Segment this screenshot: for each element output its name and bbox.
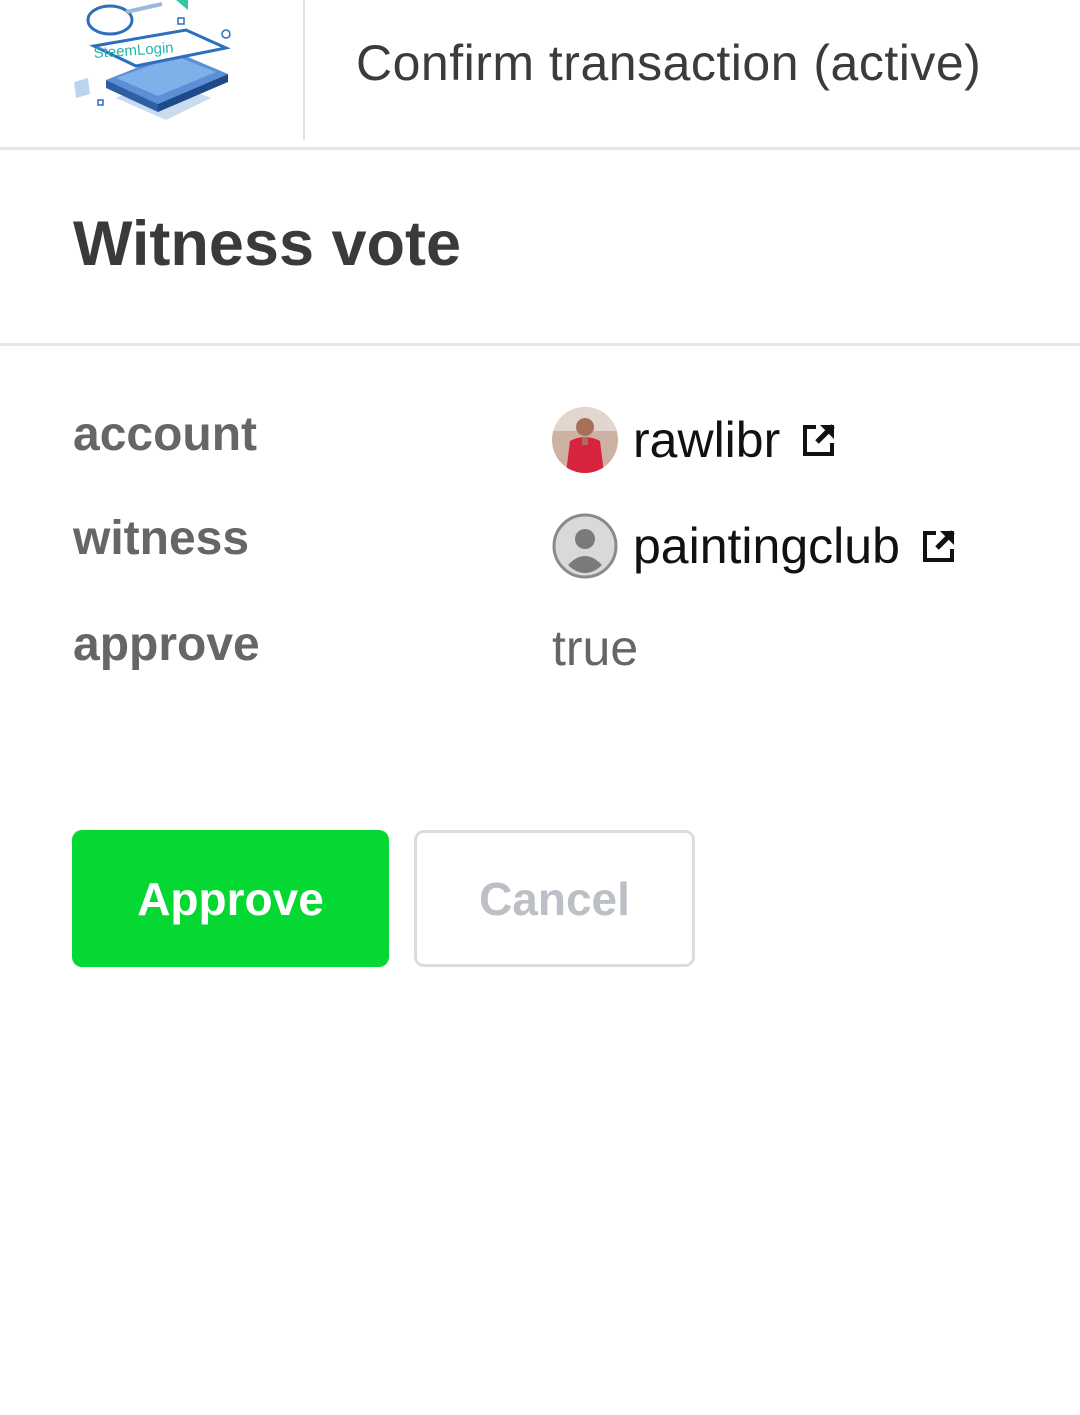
section-divider bbox=[0, 343, 1080, 346]
field-value-account: rawlibr bbox=[552, 407, 838, 473]
approve-button[interactable]: Approve bbox=[72, 830, 389, 967]
field-label-approve: approve bbox=[73, 618, 260, 671]
external-link-icon[interactable] bbox=[800, 421, 838, 459]
avatar bbox=[552, 407, 618, 473]
field-label-witness: witness bbox=[73, 512, 250, 565]
account-name-link[interactable]: rawlibr bbox=[633, 411, 780, 469]
field-row-witness: witness paintingclub bbox=[0, 501, 1080, 581]
field-row-approve: approve true bbox=[0, 607, 1080, 687]
default-avatar-icon bbox=[552, 513, 618, 579]
approve-value: true bbox=[552, 620, 639, 676]
cancel-button[interactable]: Cancel bbox=[414, 830, 695, 967]
field-row-account: account rawlibr bbox=[0, 395, 1080, 475]
field-label-account: account bbox=[73, 408, 258, 461]
witness-name-link[interactable]: paintingclub bbox=[633, 517, 900, 575]
field-value-approve: true bbox=[552, 619, 638, 677]
external-link-icon[interactable] bbox=[920, 527, 958, 565]
header: SteemLogin Confirm transaction (active) bbox=[0, 0, 1080, 150]
header-divider bbox=[303, 0, 305, 140]
page-title: Confirm transaction (active) bbox=[356, 35, 982, 91]
field-value-witness: paintingclub bbox=[552, 513, 958, 579]
operation-title: Witness vote bbox=[73, 209, 462, 279]
steemlogin-logo[interactable]: SteemLogin bbox=[66, 0, 246, 130]
